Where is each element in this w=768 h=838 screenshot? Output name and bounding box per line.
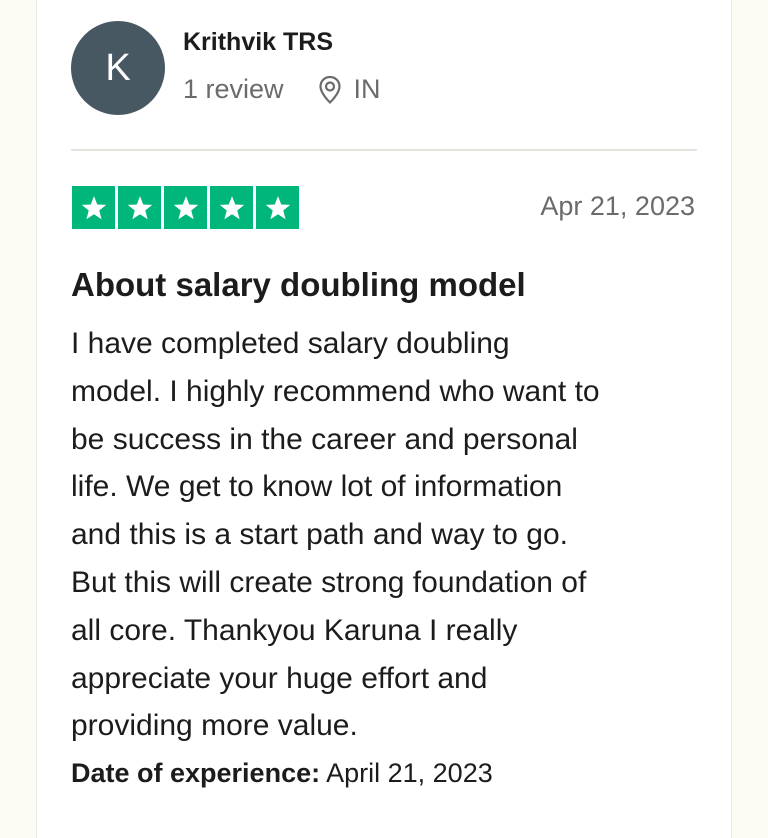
divider <box>71 149 697 151</box>
reviewer-country: IN <box>353 74 381 104</box>
reviewer-name[interactable]: Krithvik TRS <box>183 28 333 57</box>
review-body-line: But this will create strong foundation o… <box>71 565 587 599</box>
review-body: I have completed salary doubling model. I… <box>71 320 711 750</box>
star-icon <box>256 186 299 229</box>
review-date: Apr 21, 2023 <box>540 191 695 221</box>
star-icon <box>164 186 207 229</box>
location-pin-icon <box>318 75 342 105</box>
review-body-line: appreciate your huge effort and <box>71 661 488 695</box>
review-count: 1 review <box>183 74 284 104</box>
star-icon <box>118 186 161 229</box>
review-body-line: all core. Thankyou Karuna I really <box>71 613 518 647</box>
review-body-line: and this is a start path and way to go. <box>71 518 568 552</box>
review-title[interactable]: About salary doubling model <box>71 266 526 304</box>
review-card: K Krithvik TRS 1 review IN Apr 21, 2023 … <box>36 0 732 838</box>
experience-date: April 21, 2023 <box>326 758 493 788</box>
review-body-line: I have completed salary doubling <box>71 327 510 360</box>
star-icon <box>210 186 253 229</box>
star-icon <box>72 186 115 229</box>
star-rating <box>72 186 299 229</box>
reviewer-meta: 1 review IN <box>183 74 381 105</box>
review-body-line: providing more value. <box>71 709 358 743</box>
date-of-experience: Date of experience: April 21, 2023 <box>71 758 493 789</box>
avatar[interactable]: K <box>71 21 165 115</box>
review-body-line: life. We get to know lot of information <box>71 470 563 504</box>
review-body-line: be success in the career and personal <box>71 422 578 456</box>
review-body-line: model. I highly recommend who want to <box>71 374 600 408</box>
avatar-initial: K <box>105 46 131 89</box>
experience-label: Date of experience: <box>71 758 321 788</box>
